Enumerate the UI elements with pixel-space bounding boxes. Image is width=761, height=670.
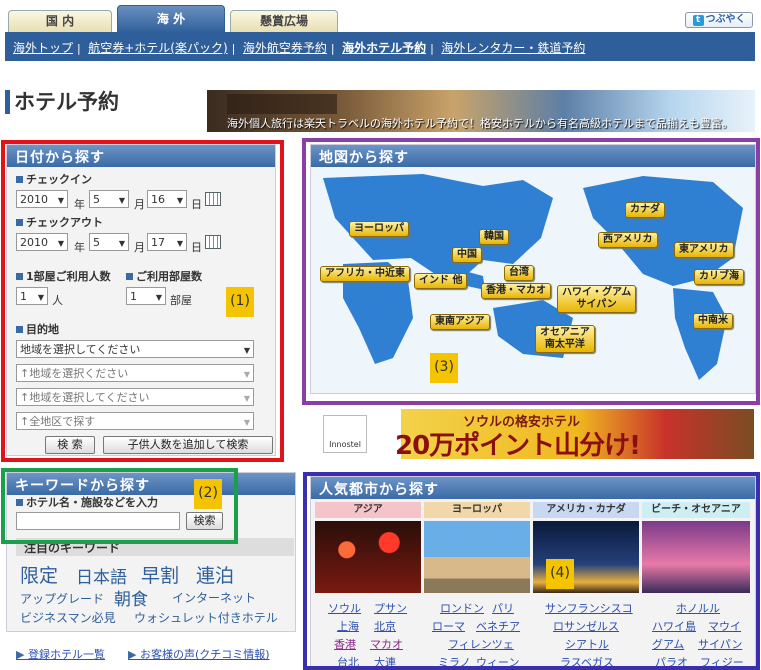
keyword-link[interactable]: 朝食 [114,585,148,610]
highlight-box-map-search [302,138,760,405]
resort-image [227,94,337,114]
keyword-link[interactable]: ウォシュレット付きホテル [134,609,278,626]
nav-air-hotel-package[interactable]: 航空券+ホテル(楽パック) [88,41,227,55]
nav-overseas-hotels[interactable]: 海外ホテル予約 [342,41,426,55]
nav-separator: | [77,42,81,55]
nav-overseas-flights[interactable]: 海外航空券予約 [243,41,327,55]
innostel-logo: Innostel [323,415,367,453]
keyword-link[interactable]: インターネット [172,589,256,606]
page-title: ホテル予約 [5,90,119,114]
tweet-label: つぶやく [705,14,746,25]
hero-banner: 海外個人旅行は楽天トラベルの海外ホテル予約で！格安ホテルから有名高級ホテルまで品… [207,90,755,132]
nav-separator: | [330,42,335,55]
ad-headline: 20万ポイント山分け! [395,431,641,461]
keyword-link[interactable]: 限定 [20,561,58,588]
badge-1: (1) [226,287,254,317]
nav-separator: | [231,42,236,55]
keyword-link[interactable]: ビジネスマン必見 [20,609,116,626]
tweet-button[interactable]: t つぶやく [685,12,753,28]
nav-overseas-top[interactable]: 海外トップ [13,41,73,55]
nav-rental-rail[interactable]: 海外レンタカー・鉄道予約 [441,41,585,55]
seoul-hotel-ad-banner[interactable]: Innostel ソウルの格安ホテル 20万ポイント山分け! [313,409,754,461]
customer-reviews-label: お客様の声(クチコミ情報) [139,648,270,661]
sub-navigation: 海外トップ | 航空券+ホテル(楽パック) | 海外航空券予約 | 海外ホテル予約 | … [5,32,755,61]
banner-caption: 海外個人旅行は楽天トラベルの海外ホテル予約で！格安ホテルから有名高級ホテルまで品… [227,117,733,130]
tab-domestic[interactable]: 国 内 [8,10,112,32]
circle-arrow-icon: ▶ [128,648,137,661]
twitter-icon: t [692,15,704,26]
keyword-link[interactable]: 連泊 [196,561,234,588]
highlight-box-popular-cities [303,472,760,670]
badge-3: (3) [430,353,458,383]
tab-contest[interactable]: 懸賞広場 [230,10,338,32]
nav-separator: | [430,42,434,55]
registered-hotels-label: 登録ホテル一覧 [27,648,105,661]
keyword-link[interactable]: 早割 [141,561,179,588]
circle-arrow-icon: ▶ [16,648,25,661]
tab-overseas[interactable]: 海 外 [117,5,225,33]
customer-reviews-link[interactable]: ▶ お客様の声(クチコミ情報) [128,646,270,662]
badge-2: (2) [194,479,222,509]
registered-hotels-link[interactable]: ▶ 登録ホテル一覧 [16,646,105,662]
badge-4: (4) [546,559,574,589]
keyword-link[interactable]: アップグレード [20,590,104,607]
